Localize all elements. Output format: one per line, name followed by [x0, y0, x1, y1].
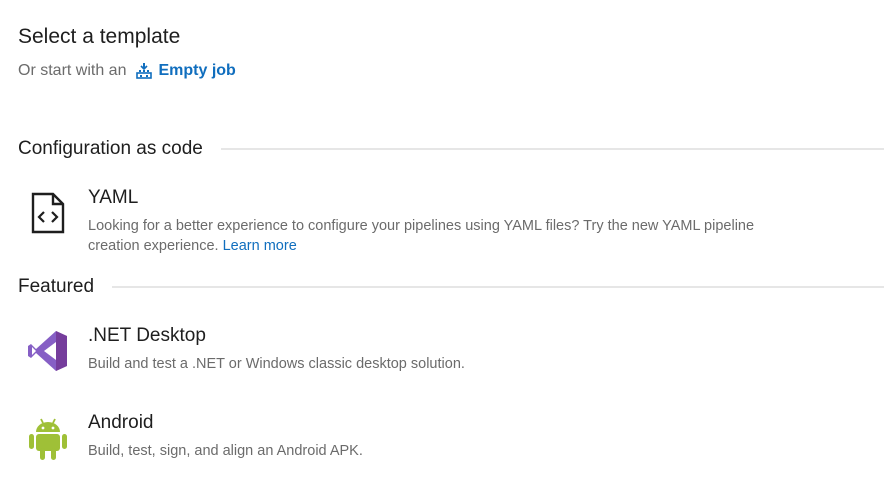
learn-more-link[interactable]: Learn more: [223, 238, 297, 254]
template-item-yaml[interactable]: YAML Looking for a better experience to …: [18, 186, 884, 256]
section-title: Configuration as code: [18, 138, 203, 159]
template-name: .NET Desktop: [88, 325, 206, 346]
visual-studio-icon: [18, 324, 78, 371]
template-item-net-desktop[interactable]: .NET Desktop Build and test a .NET or Wi…: [18, 324, 884, 374]
section-divider: [220, 148, 884, 150]
template-name: Android: [88, 412, 154, 433]
start-prefix: Or start with an: [18, 62, 127, 79]
empty-job-label: Empty job: [158, 62, 236, 79]
empty-job-link[interactable]: Empty job: [136, 62, 236, 80]
android-icon: [18, 411, 78, 460]
template-description: Build, test, sign, and align an Android …: [88, 443, 363, 459]
page-title: Select a template: [18, 25, 181, 48]
template-item-android[interactable]: Android Build, test, sign, and align an …: [18, 411, 884, 461]
empty-job-icon: [136, 63, 153, 79]
template-description-text: Looking for a better experience to confi…: [88, 218, 755, 254]
template-description: Build and test a .NET or Windows classic…: [88, 356, 465, 372]
template-name: YAML: [88, 187, 139, 208]
start-row: Or start with an Empty job: [18, 60, 236, 82]
section-title: Featured: [18, 276, 95, 297]
section-header-configuration: Configuration as code: [18, 138, 884, 160]
section-header-featured: Featured: [18, 276, 884, 298]
template-description: Looking for a better experience to confi…: [88, 216, 808, 256]
yaml-file-icon: [18, 186, 78, 234]
section-divider: [112, 286, 884, 288]
